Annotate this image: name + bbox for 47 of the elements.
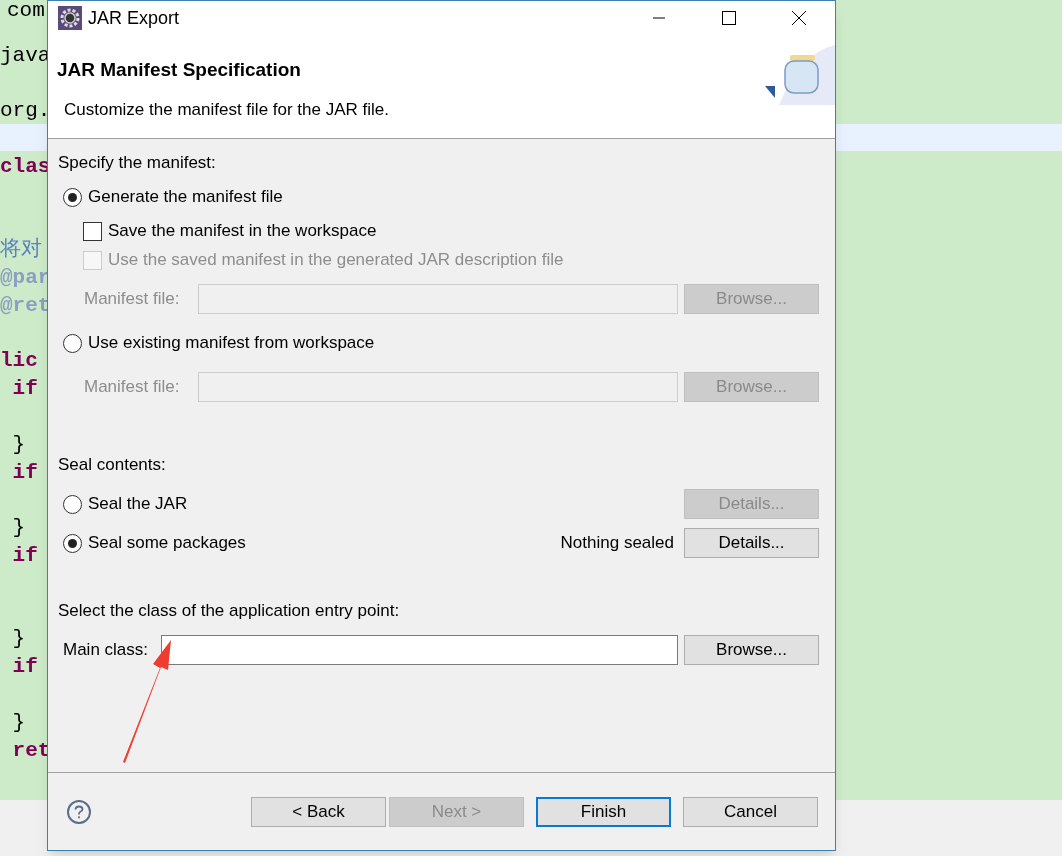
back-button[interactable]: < Back — [251, 796, 386, 827]
cancel-button[interactable]: Cancel — [683, 796, 818, 827]
maximize-icon — [721, 10, 737, 26]
code-line: ret — [11, 737, 50, 764]
field-label: Manifest file: — [84, 376, 181, 399]
code-line: org. — [0, 98, 50, 125]
section-label: Seal contents: — [58, 454, 167, 476]
help-icon[interactable] — [67, 799, 91, 824]
code-line: @ret — [0, 292, 50, 319]
finish-button[interactable]: Finish — [536, 796, 671, 827]
section-label: Select the class of the application entry point: — [58, 600, 401, 622]
main-class-field[interactable] — [160, 635, 678, 665]
checkbox-label: Use the saved manifest in the generated JAR description file — [108, 249, 564, 272]
browse-button[interactable]: Browse... — [684, 635, 819, 665]
code-line: } — [11, 515, 26, 542]
code-line: } — [11, 709, 26, 736]
close-icon — [791, 10, 807, 26]
code-line: if — [11, 543, 38, 569]
details-button[interactable]: Details... — [684, 528, 819, 558]
radio-label: Use existing manifest from workspace — [88, 332, 375, 355]
code-line: 将对 — [0, 236, 42, 264]
radio-label: Seal some packages — [88, 532, 246, 555]
code-line: if — [11, 654, 38, 681]
field-label: Manifest file: — [84, 288, 181, 311]
page-description: Customize the manifest file for the JAR file. — [64, 98, 391, 121]
radio-button[interactable] — [63, 494, 82, 514]
code-line: } — [11, 626, 26, 653]
section-label: Specify the manifest: — [58, 152, 217, 174]
radio-button[interactable] — [63, 333, 82, 353]
code-line: lic — [0, 348, 38, 375]
radio-label: Seal the JAR — [88, 493, 188, 516]
radio-button[interactable] — [63, 533, 82, 553]
checkbox[interactable] — [83, 221, 102, 241]
field-label: Main class: — [63, 639, 150, 662]
seal-status: Nothing sealed — [560, 532, 674, 555]
code-line: } — [11, 431, 26, 458]
code-line: clas — [0, 153, 50, 180]
code-line: if — [11, 459, 38, 486]
code-line: @par — [0, 265, 50, 291]
checkbox-label: Save the manifest in the workspace — [108, 220, 377, 243]
radio-button[interactable] — [63, 187, 82, 207]
code-line: if — [11, 376, 38, 403]
window-title: JAR Export — [88, 6, 180, 30]
gear-icon — [58, 6, 82, 30]
code-line: com — [7, 0, 45, 24]
page-title: JAR Manifest Specification — [57, 58, 302, 82]
radio-label: Generate the manifest file — [88, 186, 283, 209]
